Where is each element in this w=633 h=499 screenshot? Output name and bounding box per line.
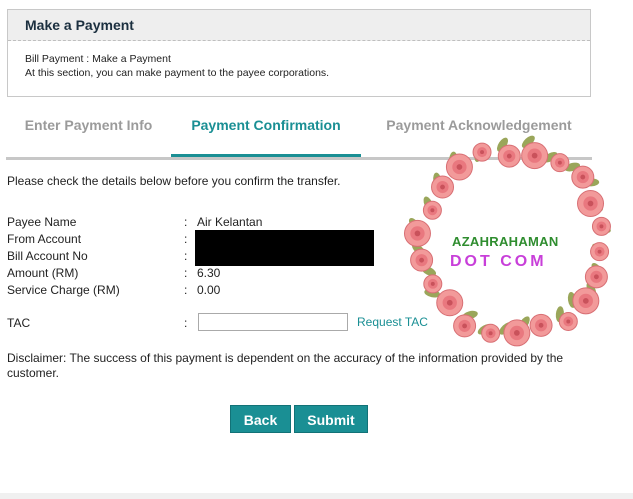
header-description: Bill Payment : Make a Payment At this se… (8, 41, 590, 80)
intro-text: Please check the details below before yo… (7, 174, 341, 188)
bottom-divider (0, 493, 633, 499)
step-tabs: Enter Payment Info Payment Confirmation … (6, 109, 592, 160)
tab-payment-acknowledgement[interactable]: Payment Acknowledgement (366, 109, 592, 157)
breadcrumb: Bill Payment : Make a Payment (25, 53, 171, 65)
request-tac-link[interactable]: Request TAC (357, 315, 428, 329)
field-colon: : (184, 283, 188, 297)
field-colon: : (184, 232, 188, 246)
field-label: Payee Name (7, 215, 77, 229)
service-charge-value: 0.00 (197, 283, 221, 297)
field-colon: : (184, 249, 188, 263)
flower-wreath-watermark-icon (403, 135, 611, 347)
disclaimer-text: Disclaimer: The success of this payment … (7, 351, 564, 380)
watermark-text-line2: DOT COM (450, 253, 547, 270)
tac-input[interactable] (198, 313, 348, 331)
field-label: Service Charge (RM) (7, 283, 120, 297)
redacted-account-block (195, 230, 374, 266)
back-button[interactable]: Back (230, 405, 291, 433)
field-label: Bill Account No (7, 249, 88, 263)
field-label: From Account (7, 232, 82, 246)
submit-button[interactable]: Submit (294, 405, 368, 433)
field-colon: : (184, 215, 188, 229)
tab-enter-payment-info[interactable]: Enter Payment Info (6, 109, 171, 157)
tab-payment-confirmation[interactable]: Payment Confirmation (171, 109, 361, 157)
page-header-panel: Make a Payment Bill Payment : Make a Pay… (7, 9, 591, 97)
watermark-text-line1: AZAHRAHAMAN (452, 234, 559, 249)
amount-value: 6.30 (197, 266, 221, 280)
page-title: Make a Payment (8, 10, 590, 41)
section-description: At this section, you can make payment to… (25, 67, 330, 79)
payee-name-value: Air Kelantan (197, 215, 263, 229)
field-colon: : (184, 316, 188, 330)
field-colon: : (184, 266, 188, 280)
field-label: Amount (RM) (7, 266, 79, 280)
tac-label: TAC (7, 316, 31, 330)
